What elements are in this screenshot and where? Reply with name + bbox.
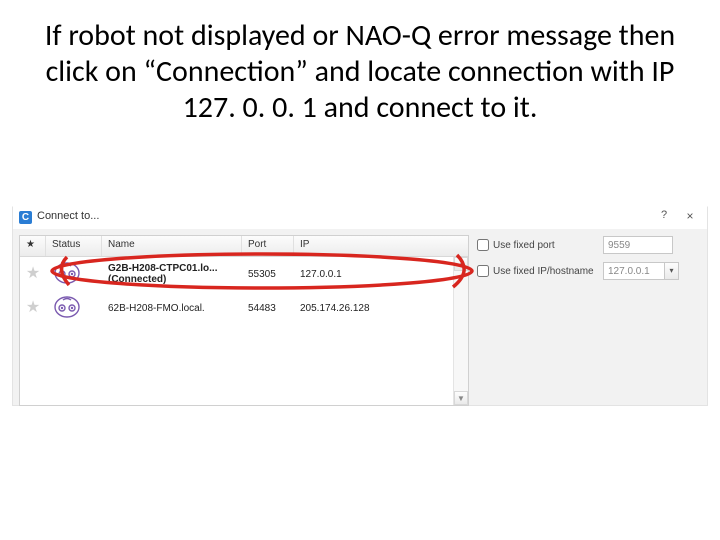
row-ip: 205.174.26.128 [294,303,468,314]
star-icon[interactable]: ★ [26,299,40,316]
robot-icon [52,261,98,287]
list-body: ★ [20,257,468,405]
scroll-down-icon[interactable]: ▼ [454,391,468,405]
row-ip: 127.0.0.1 [294,269,468,280]
row-port: 55305 [242,269,294,280]
fixed-ip-label: Use fixed IP/hostname [493,266,603,277]
col-star[interactable]: ★ [20,236,46,256]
col-name[interactable]: Name [102,236,242,256]
table-row[interactable]: ★ [20,257,468,291]
scroll-up-icon[interactable]: ▲ [454,257,468,271]
connection-list: ★ Status Name Port IP ★ [19,235,469,406]
col-port[interactable]: Port [242,236,294,256]
row-name: G2B-H208-CTPC01.lo... [108,263,238,274]
row-status-text: (Connected) [108,274,238,285]
fixed-port-checkbox[interactable] [477,239,489,251]
fixed-ip-checkbox[interactable] [477,265,489,277]
options-panel: Use fixed port Use fixed IP/hostname ▾ [477,235,699,287]
col-ip[interactable]: IP [294,236,468,256]
app-icon: C [19,211,32,224]
scrollbar[interactable]: ▲ ▼ [453,257,468,405]
row-name: 62B-H208-FMO.local. [108,303,238,314]
instruction-text: If robot not displayed or NAO-Q error me… [40,18,680,126]
dialog-title: Connect to... [37,210,99,222]
robot-icon [52,295,98,321]
dialog-titlebar: C Connect to... ? × [13,207,707,229]
fixed-port-row: Use fixed port [477,235,699,255]
col-status[interactable]: Status [46,236,102,256]
row-port: 54483 [242,303,294,314]
fixed-ip-row: Use fixed IP/hostname ▾ [477,261,699,281]
star-icon[interactable]: ★ [26,265,40,282]
close-button[interactable]: × [681,209,699,225]
table-row[interactable]: ★ [20,291,468,325]
connect-dialog: C Connect to... ? × Use fixed port Use f… [12,206,708,406]
fixed-port-field[interactable] [603,236,673,254]
fixed-ip-dropdown-icon[interactable]: ▾ [665,262,679,280]
fixed-port-label: Use fixed port [493,240,603,251]
list-header: ★ Status Name Port IP [20,236,468,257]
help-button[interactable]: ? [655,209,673,225]
fixed-ip-field[interactable] [603,262,665,280]
